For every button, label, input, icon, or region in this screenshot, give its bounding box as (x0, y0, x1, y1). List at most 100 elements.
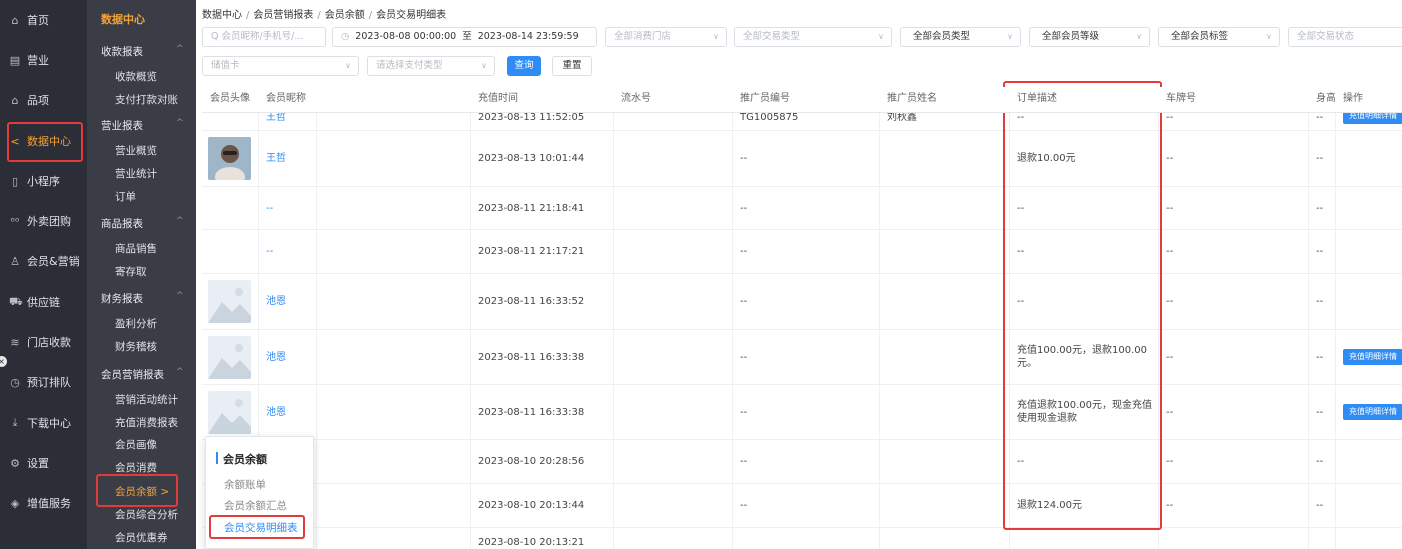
cell-nickname[interactable]: -- (258, 230, 316, 273)
card-select-label: 储值卡 (211, 60, 240, 71)
cell-avatar (202, 131, 258, 186)
rail-item-label: 会员&营销 (27, 255, 80, 268)
bike-icon: ᵒᵒ (10, 214, 20, 228)
cell-height: -- (1316, 296, 1324, 307)
table-row: 王哲 2023-08-13 10:01:44 -- 退款10.00元 -- -- (202, 131, 1402, 187)
rail-item-coins[interactable]: ≋ 门店收款 (0, 322, 87, 362)
cell-height: -- (1316, 406, 1324, 418)
cell-serial (613, 187, 732, 229)
submenu-item[interactable]: 会员余额 > (115, 484, 169, 499)
cell-desc: 充值退款100.00元，现金充值使用现金退款 (1017, 400, 1152, 424)
query-button[interactable]: 查询 (507, 56, 541, 76)
submenu-item[interactable]: 商品销售 (115, 241, 157, 256)
pay-type-select[interactable]: 请选择支付类型 ∨ (367, 56, 495, 76)
submenu-item[interactable]: 财务稽核 (115, 339, 157, 354)
member-balance-flyout: 会员余额 余额账单 会员余额汇总 会员交易明细表 (205, 436, 314, 549)
submenu-group[interactable]: 财务报表 ^ (101, 291, 184, 306)
submenu-item[interactable]: 营业统计 (115, 166, 157, 181)
cell-promoter-name (879, 484, 1009, 527)
detail-button[interactable]: 充值明细详情 (1343, 349, 1402, 365)
cell-promoter-name (879, 230, 1009, 273)
trade-type-select[interactable]: 全部交易类型 ∨ (734, 27, 892, 47)
rail-item-clock[interactable]: ◷ 预订排队 (0, 362, 87, 402)
avatar (208, 390, 251, 434)
reset-button[interactable]: 重置 (552, 56, 592, 76)
cell-op (1335, 528, 1402, 549)
flyout-item-transaction-detail[interactable]: 会员交易明细表 (224, 520, 298, 535)
chevron-down-icon: ∨ (878, 32, 884, 41)
secondary-nav: 数据中心 收款报表 ^ 收款概览 支付打款对账 营业报表 ^ 营业概览 营业统计 订单 商品报表 ^… (87, 0, 196, 549)
cell-op (1335, 230, 1402, 273)
cell-promoter-name (879, 131, 1009, 186)
rail-item-gear[interactable]: ⚙ 设置 (0, 443, 87, 483)
detail-button[interactable]: 充值明细详情 (1343, 404, 1402, 420)
share-icon: < (10, 134, 20, 148)
cell-plate: -- (1166, 296, 1174, 307)
rail-item-user[interactable]: ♙ 会员&营销 (0, 241, 87, 281)
flyout-item-balance-summary[interactable]: 会员余额汇总 (224, 498, 287, 513)
submenu-group[interactable]: 会员营销报表 ^ (101, 367, 184, 382)
table-row: 池恩 2023-08-11 16:33:52 -- -- -- -- (202, 274, 1402, 330)
rail-item-gem[interactable]: ◈ 增值服务 (0, 483, 87, 523)
submenu-item[interactable]: 会员优惠券 (115, 530, 168, 545)
member-tag-select[interactable]: 全部会员标签 ∨ (1158, 27, 1280, 47)
cell-promoter-no: -- (740, 153, 748, 164)
store-select[interactable]: 全部消费门店 ∨ (605, 27, 727, 47)
submenu-group-label: 商品报表 (101, 218, 143, 230)
cell-plate: -- (1166, 406, 1174, 418)
user-icon: ♙ (10, 254, 20, 268)
breadcrumb-item[interactable]: 会员营销报表 (253, 10, 313, 21)
cell-nickname[interactable]: 池恩 (258, 274, 316, 329)
coins-icon: ≋ (10, 335, 20, 349)
phone-icon: ▯ (11, 174, 19, 188)
rail-item-truck[interactable]: ⛟ 供应链 (0, 282, 87, 322)
submenu-group[interactable]: 商品报表 ^ (101, 216, 184, 231)
breadcrumb-item[interactable]: 数据中心 (202, 10, 242, 21)
submenu-group-label: 财务报表 (101, 293, 143, 305)
cell-desc: -- (1017, 456, 1025, 467)
cell-nickname[interactable]: 王哲 (258, 131, 316, 186)
date-range-picker[interactable]: ◷ 2023-08-08 00:00:00 至 2023-08-14 23:59:59 (332, 27, 597, 47)
cell-nickname[interactable]: -- (258, 187, 316, 229)
rail-item-bike[interactable]: ᵒᵒ 外卖团购 (0, 201, 87, 241)
flyout-item-balance-bill[interactable]: 余额账单 (224, 477, 266, 492)
trade-status-select[interactable]: 全部交易状态∨ (1288, 27, 1402, 47)
cell-nickname[interactable]: 池恩 (258, 330, 316, 384)
breadcrumb-item[interactable]: 会员余额 (325, 10, 365, 21)
cell-serial (613, 528, 732, 549)
submenu-item[interactable]: 营业概览 (115, 143, 157, 158)
cell-nickname[interactable]: 池恩 (258, 385, 316, 439)
cell-promoter-name (879, 274, 1009, 329)
breadcrumb-separator: / (368, 10, 373, 21)
card-select[interactable]: 储值卡 ∨ (202, 56, 359, 76)
submenu-item[interactable]: 盈利分析 (115, 316, 157, 331)
cell-height (1308, 528, 1335, 549)
submenu-group[interactable]: 营业报表 ^ (101, 118, 184, 133)
member-search-input[interactable]: Q 会员昵称/手机号/... (202, 27, 326, 47)
rail-item-phone[interactable]: ▯ 小程序 (0, 161, 87, 201)
submenu-item[interactable]: 会员画像 (115, 437, 157, 452)
rail-item-home[interactable]: ⌂ 首页 (0, 0, 87, 40)
cell-promoter-no: -- (740, 202, 748, 214)
submenu-item[interactable]: 支付打款对账 (115, 92, 178, 107)
submenu-item[interactable]: 会员消费 (115, 460, 157, 475)
rail-item-download[interactable]: ⤓ 下载中心 (0, 403, 87, 443)
submenu-item[interactable]: 会员综合分析 (115, 507, 178, 522)
rail-item-store[interactable]: ▤ 营业 (0, 40, 87, 80)
submenu-item[interactable]: 订单 (115, 189, 136, 204)
cell-op (1335, 131, 1402, 186)
submenu-item[interactable]: 充值消费报表 (115, 415, 178, 430)
chevron-down-icon: ∨ (1136, 32, 1142, 41)
cell-desc: 退款10.00元 (1017, 153, 1076, 164)
chevron-down-icon: ∨ (1007, 32, 1013, 41)
submenu-item[interactable]: 收款概览 (115, 69, 157, 84)
member-type-select[interactable]: 全部会员类型 ∨ (900, 27, 1021, 47)
cell-desc: 充值100.00元，退款100.00元。 (1017, 345, 1147, 369)
submenu-item[interactable]: 营销活动统计 (115, 392, 178, 407)
submenu-item[interactable]: 寄存取 (115, 264, 147, 279)
caret-up-icon: ^ (176, 367, 184, 377)
rail-item-bag[interactable]: ⌂ 品项 (0, 80, 87, 120)
rail-item-share[interactable]: < 数据中心 (0, 121, 87, 161)
submenu-group[interactable]: 收款报表 ^ (101, 44, 184, 59)
member-level-select[interactable]: 全部会员等级 ∨ (1029, 27, 1150, 47)
